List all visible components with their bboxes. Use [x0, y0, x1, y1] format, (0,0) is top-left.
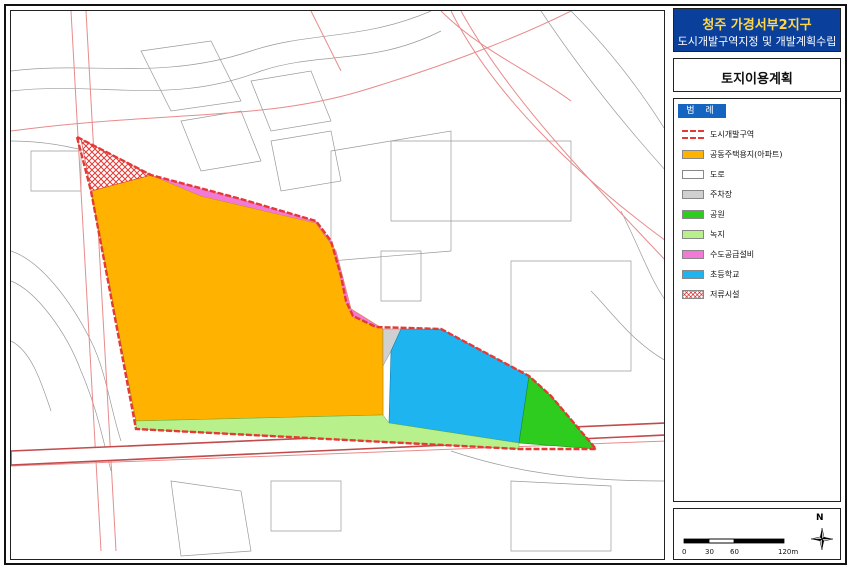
legend-label: 수도공급설비 — [710, 250, 755, 259]
legend-swatch — [682, 210, 704, 219]
legend-label: 초등학교 — [710, 270, 740, 279]
legend-item: 녹지 — [682, 227, 782, 242]
scale-and-north-box: 0 30 60 120m N — [673, 508, 841, 560]
legend-item: 저류시설 — [682, 287, 782, 302]
legend-item: 초등학교 — [682, 267, 782, 282]
plan-title-box: 토지이용계획 — [673, 58, 841, 92]
legend-label: 주차장 — [710, 190, 733, 199]
land-use-map[interactable] — [10, 10, 665, 560]
legend-swatch — [682, 150, 704, 159]
legend-label: 도로 — [710, 170, 725, 179]
legend-swatch — [682, 130, 704, 139]
legend-header: 범 례 — [678, 104, 726, 118]
north-label: N — [816, 513, 824, 523]
project-subtitle: 도시개발구역지정 및 개발계획수립 — [677, 35, 837, 48]
scale-tick-30: 30 — [705, 548, 714, 556]
legend: 범 례 도시개발구역 공동주택용지(아파트) 도로 주차장 공원 녹지 수도공급… — [673, 98, 841, 502]
plan-title: 토지이용계획 — [721, 72, 793, 87]
legend-swatch — [682, 170, 704, 179]
park — [518, 375, 597, 450]
legend-label: 저류시설 — [710, 290, 740, 299]
land-use-parcels — [80, 138, 597, 450]
apartment-site — [90, 174, 384, 422]
legend-label: 녹지 — [710, 230, 725, 239]
legend-label: 도시개발구역 — [710, 130, 755, 139]
map-canvas — [11, 11, 664, 557]
legend-item: 공동주택용지(아파트) — [682, 147, 782, 162]
legend-swatch — [682, 290, 704, 299]
legend-item: 도시개발구역 — [682, 127, 782, 142]
legend-swatch — [682, 250, 704, 259]
legend-swatch — [682, 190, 704, 199]
legend-label: 공원 — [710, 210, 725, 219]
legend-list: 도시개발구역 공동주택용지(아파트) 도로 주차장 공원 녹지 수도공급설비 초… — [682, 127, 782, 307]
project-title: 청주 가경서부2지구 — [702, 18, 812, 33]
legend-swatch — [682, 270, 704, 279]
legend-item: 주차장 — [682, 187, 782, 202]
scale-tick-120: 120m — [778, 548, 799, 556]
scale-tick-60: 60 — [730, 548, 739, 556]
legend-item: 도로 — [682, 167, 782, 182]
legend-swatch — [682, 230, 704, 239]
elementary-school — [388, 328, 530, 444]
title-box: 청주 가경서부2지구 도시개발구역지정 및 개발계획수립 — [673, 8, 841, 52]
legend-label: 공동주택용지(아파트) — [710, 150, 783, 159]
legend-item: 공원 — [682, 207, 782, 222]
scale-tick-0: 0 — [682, 548, 687, 556]
north-arrow-icon — [810, 527, 834, 551]
legend-item: 수도공급설비 — [682, 247, 782, 262]
